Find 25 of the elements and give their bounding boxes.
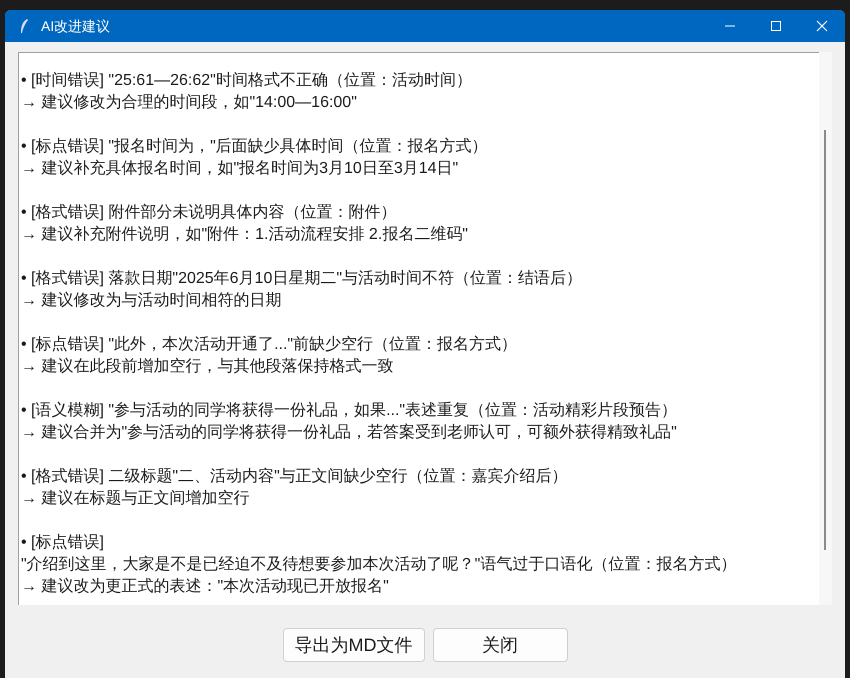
text-line: → 建议修改为合理的时间段，如"14:00—16:00" — [21, 92, 357, 113]
window-title: AI改进建议 — [41, 16, 110, 36]
text-line: → 建议在标题与正文间增加空行 — [21, 488, 250, 509]
text-line: → 建议补充附件说明，如"附件：1.活动流程安排 2.报名二维码" — [21, 224, 468, 245]
export-button[interactable]: 导出为MD文件 — [282, 628, 424, 662]
maximize-icon — [770, 20, 782, 32]
text-line: • [格式错误] 二级标题"二、活动内容"与正文间缺少空行（位置：嘉宾介绍后） — [21, 466, 568, 487]
scrollbar[interactable] — [819, 52, 832, 605]
text-line: • [时间错误] "25:61—26:62"时间格式不正确（位置：活动时间） — [21, 70, 472, 91]
close-dialog-button[interactable]: 关闭 — [432, 628, 568, 662]
text-line: • [语义模糊] "参与活动的同学将获得一份礼品，如果..."表述重复（位置：活动精彩片段预告） — [21, 400, 678, 421]
close-icon — [816, 20, 828, 32]
text-line: • [标点错误] "此外，本次活动开通了..."前缺少空行（位置：报名方式） — [21, 334, 518, 355]
text-line: → 建议在此段前增加空行，与其他段落保持格式一致 — [21, 356, 394, 377]
text-area[interactable] — [18, 52, 819, 605]
text-line: "介绍到这里，大家是不是已经迫不及待想要参加本次活动了呢？"语气过于口语化（位置：报名方式） — [21, 554, 736, 575]
text-line: • [标点错误] "报名时间为，"后面缺少具体时间（位置：报名方式） — [21, 136, 488, 157]
text-line: → 建议改为更正式的表述："本次活动现已开放报名" — [21, 576, 389, 597]
text-line: • [标点错误] — [21, 532, 104, 553]
text-line: • [格式错误] 落款日期"2025年6月10日星期二"与活动时间不符（位置：结语后） — [21, 268, 582, 289]
text-line: → 建议补充具体报名时间，如"报名时间为3月10日至3月14日" — [21, 158, 458, 179]
text-line: → 建议修改为与活动时间相符的日期 — [21, 290, 282, 311]
feather-icon — [19, 18, 29, 34]
text-line: • [格式错误] 附件部分未说明具体内容（位置：附件） — [21, 202, 396, 223]
text-line: → 建议合并为"参与活动的同学将获得一份礼品，若答案受到老师认可，可额外获得精致礼品" — [21, 422, 677, 443]
